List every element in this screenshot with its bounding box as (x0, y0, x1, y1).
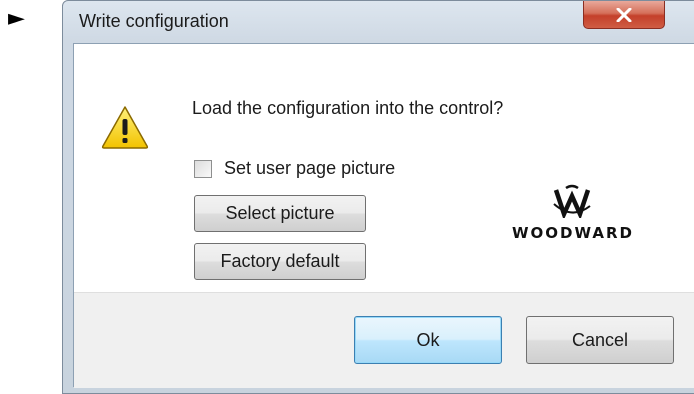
title-bar[interactable]: Write configuration (63, 1, 694, 43)
warning-icon (101, 106, 149, 149)
close-button[interactable] (583, 1, 665, 29)
set-user-page-picture-checkbox[interactable] (194, 159, 212, 178)
write-configuration-dialog: Write configuration Load the configurati… (62, 0, 694, 394)
set-user-page-picture-label[interactable]: Set user page picture (224, 158, 395, 179)
dialog-title: Write configuration (79, 11, 229, 31)
woodward-logo: WOODWARD (486, 184, 660, 244)
woodward-logo-icon (553, 184, 591, 218)
dialog-client-area: Load the configuration into the control?… (73, 43, 694, 388)
factory-default-button[interactable]: Factory default (194, 243, 366, 280)
set-user-page-picture-option[interactable]: Set user page picture (194, 158, 395, 179)
select-picture-button[interactable]: Select picture (194, 195, 366, 232)
close-icon (616, 7, 632, 22)
woodward-logo-text: WOODWARD (512, 224, 634, 242)
ok-button[interactable]: Ok (354, 316, 502, 364)
confirmation-message: Load the configuration into the control? (192, 98, 504, 118)
pointer-marker: ► (8, 6, 25, 31)
dialog-content: Load the configuration into the control?… (74, 44, 694, 292)
cancel-button[interactable]: Cancel (526, 316, 674, 364)
